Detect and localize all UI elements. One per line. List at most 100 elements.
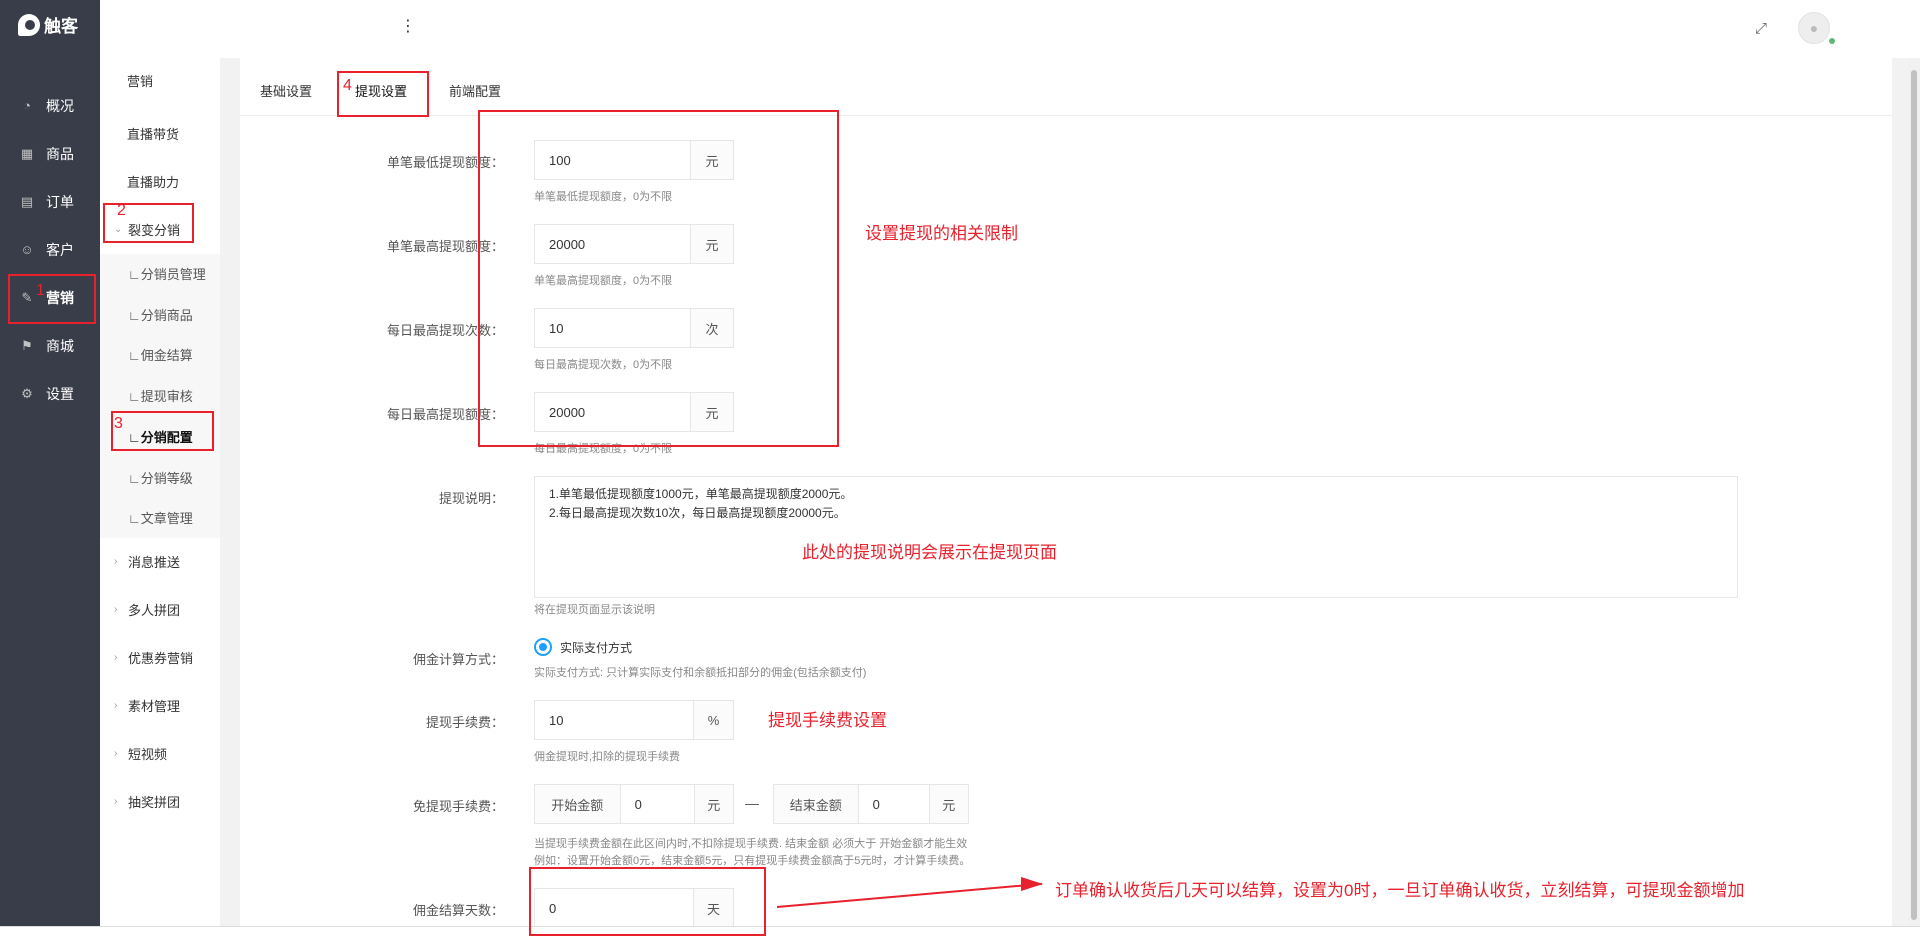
settle-days-label: 佣金结算天数： (412, 903, 504, 918)
nav-label: 客户 (46, 242, 74, 258)
annotation-fee: 提现手续费设置 (768, 711, 887, 730)
subnav-child[interactable]: ∟文章管理 (100, 500, 220, 534)
annotation-box-settle (529, 867, 766, 936)
subnav-child[interactable]: ∟分销等级 (100, 460, 220, 494)
subnav-child-label: ∟分销商品 (128, 307, 193, 323)
online-status-dot (1829, 38, 1835, 44)
free-fee-label: 免提现手续费： (412, 799, 504, 814)
subnav-item[interactable]: › 多人拼团 (100, 589, 220, 629)
subnav-child-label: ∟提现审核 (128, 388, 193, 404)
subnav-label: 多人拼团 (128, 602, 181, 618)
fullscreen-icon[interactable]: ⤢ (1755, 20, 1771, 37)
subnav-item[interactable]: › 素材管理 (100, 685, 220, 725)
subnav-label: 优惠券营销 (128, 650, 194, 666)
annotation-number: 4 (343, 77, 352, 94)
subnav-label: 素材管理 (128, 698, 181, 714)
radio-checked-icon (534, 638, 552, 656)
commission-mode-radio[interactable]: 实际支付方式 (534, 638, 632, 656)
tab-bar: 基础设置 提现设置 前端配置 (240, 58, 1892, 116)
chevron-right-icon: › (114, 555, 118, 567)
subnav-item[interactable]: 直播带货 (100, 113, 220, 153)
subnav-child[interactable]: ∟提现审核 (100, 378, 220, 412)
annotation-limits: 设置提现的相关限制 (865, 224, 1018, 243)
unit-addon: 元 (928, 785, 968, 823)
subnav-child-label: ∟文章管理 (128, 510, 193, 526)
subnav-child[interactable]: ∟分销员管理 (100, 256, 220, 290)
nav-label: 商品 (46, 146, 74, 162)
nav-mall[interactable]: ⚑ 商城 (0, 326, 100, 366)
free-fee-hint: 当提现手续费金额在此区间内时,不扣除提现手续费. 结束金额 必须大于 开始金额才… (534, 838, 968, 850)
description-label: 提现说明： (438, 491, 504, 506)
subnav-item[interactable]: › 抽奖拼团 (100, 781, 220, 821)
chevron-right-icon: › (114, 747, 118, 759)
range-dash: — (745, 795, 759, 811)
commission-mode-hint: 实际支付方式: 只计算实际支付和余额抵扣部分的佣金(包括余额支付) (534, 667, 867, 679)
fee-input[interactable] (535, 701, 693, 739)
free-fee-start-field[interactable]: 开始金额 元 (534, 784, 734, 824)
signpost-icon: ⚑ (21, 338, 33, 353)
annotation-arrow-head (1021, 877, 1043, 891)
annotation-settle: 订单确认收货后几天可以结算，设置为0时，一旦订单确认收货，立刻结算，可提现金额增… (1055, 881, 1745, 900)
nav-settings[interactable]: ⚙ 设置 (0, 374, 100, 414)
unit-addon: 元 (693, 785, 733, 823)
subnav-item[interactable]: 营销 (100, 60, 220, 100)
max-single-label: 单笔最高提现额度： (386, 239, 504, 254)
free-fee-example: 例如：设置开始金额0元，结束金额5元，只有提现手续费金额高于5元时，才计算手续费… (534, 855, 971, 867)
nav-orders[interactable]: ▤ 订单 (0, 182, 100, 222)
free-fee-end-field[interactable]: 结束金额 元 (773, 784, 969, 824)
unit-addon: % (693, 701, 733, 739)
gauge-icon: ◔ (23, 98, 31, 113)
daily-count-label: 每日最高提现次数： (386, 323, 504, 338)
subnav-item[interactable]: › 消息推送 (100, 541, 220, 581)
nav-overview[interactable]: ◔ 概况 (0, 86, 100, 126)
start-amount-input[interactable] (620, 785, 694, 823)
annotation-number: 3 (114, 415, 123, 432)
subnav-child[interactable]: ∟分销商品 (100, 297, 220, 331)
main-sidebar: 触客 ◔ 概况 ▦ 商品 ▤ 订单 ☺ 客户 ✎ 营销 ⚑ 商城 ⚙ 设置 (0, 0, 100, 936)
subnav-label: 直播带货 (127, 126, 180, 142)
subnav-label: 消息推送 (128, 554, 181, 570)
subnav-label: 营销 (127, 73, 154, 89)
chevron-right-icon: › (114, 699, 118, 711)
nav-label: 订单 (46, 194, 74, 210)
subnav-item[interactable]: › 优惠券营销 (100, 637, 220, 677)
annotation-box-config (111, 411, 214, 451)
chevron-right-icon: › (114, 603, 118, 615)
tab-frontend[interactable]: 前端配置 (449, 81, 501, 100)
subnav-item[interactable]: › 短视频 (100, 733, 220, 773)
avatar[interactable]: ● (1798, 12, 1830, 44)
description-line: 2.每日最高提现次数10次，每日最高提现额度20000元。 (549, 506, 846, 520)
logo-icon (18, 13, 40, 36)
annotation-number: 2 (117, 202, 126, 219)
description-textarea[interactable]: 1.单笔最低提现额度1000元，单笔最高提现额度2000元。 2.每日最高提现次… (534, 476, 1738, 598)
end-amount-input[interactable] (858, 785, 929, 823)
nav-label: 商城 (46, 338, 74, 354)
calendar-icon: ▤ (20, 194, 34, 209)
annotation-description: 此处的提现说明会展示在提现页面 (802, 543, 1057, 562)
fee-field[interactable]: % (534, 700, 734, 740)
nav-label: 概况 (46, 98, 74, 114)
start-amount-addon: 开始金额 (535, 785, 621, 823)
gear-icon: ⚙ (21, 386, 33, 401)
annotation-number: 1 (36, 282, 45, 299)
subnav-child[interactable]: ∟佣金结算 (100, 337, 220, 371)
more-vertical-icon[interactable]: ⋮ (400, 16, 416, 36)
subnav-label: 抽奖拼团 (128, 794, 181, 810)
annotation-box-marketing (8, 274, 96, 324)
description-hint: 将在提现页面显示该说明 (534, 604, 655, 616)
scrollbar-thumb[interactable] (1911, 70, 1917, 920)
chevron-right-icon: › (114, 795, 118, 807)
subnav-item[interactable]: 直播助力 (100, 161, 220, 201)
subnav-top (100, 0, 220, 58)
logo-text: 触客 (44, 17, 78, 36)
tab-basic[interactable]: 基础设置 (260, 81, 312, 100)
nav-customers[interactable]: ☺ 客户 (0, 230, 100, 270)
app-logo[interactable]: 触客 (18, 12, 78, 37)
radio-label: 实际支付方式 (560, 640, 633, 655)
chevron-right-icon: › (114, 651, 118, 663)
fee-label: 提现手续费： (425, 715, 504, 730)
annotation-box-limits (478, 110, 839, 447)
nav-goods[interactable]: ▦ 商品 (0, 134, 100, 174)
grid-icon: ▦ (20, 146, 34, 161)
end-amount-addon: 结束金额 (774, 785, 859, 823)
